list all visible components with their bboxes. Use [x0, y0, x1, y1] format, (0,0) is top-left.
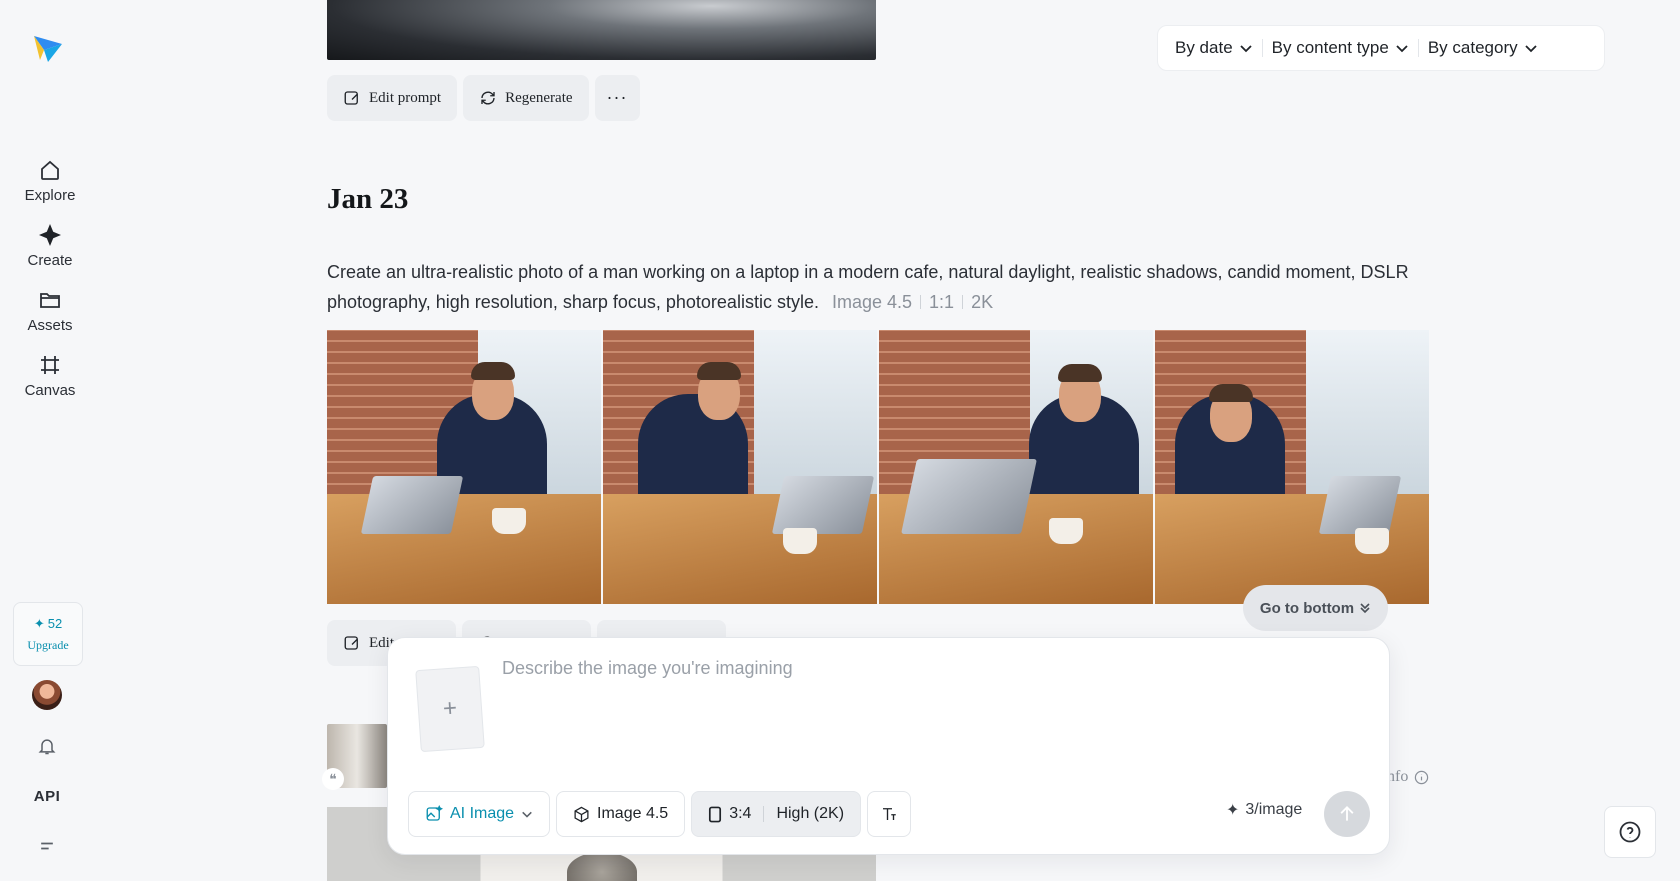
regenerate-label: Regenerate [505, 89, 573, 106]
home-icon [37, 157, 63, 183]
filter-by-content-type[interactable]: By content type [1263, 38, 1418, 58]
add-reference-image-button[interactable]: + [415, 665, 485, 753]
nav-assets-label: Assets [27, 317, 73, 334]
sparkle-icon: ✦ [1226, 802, 1240, 819]
image-sparkle-icon [426, 805, 443, 821]
generated-image-2[interactable] [603, 330, 877, 604]
model-label: Image 4.5 [597, 805, 669, 822]
meta-ratio: 1:1 [929, 292, 955, 312]
menu-icon[interactable] [32, 831, 62, 861]
api-link[interactable]: API [32, 781, 62, 811]
avatar[interactable] [32, 680, 62, 710]
filter-by-category[interactable]: By category [1419, 38, 1547, 58]
nav-assets[interactable]: Assets [10, 287, 90, 343]
mode-select[interactable]: AI Image [408, 791, 551, 837]
arrow-up-icon [1340, 806, 1354, 821]
info-label: nfo [1387, 768, 1409, 785]
edit-prompt-label: Edit prompt [369, 89, 442, 106]
ratio-label: 3:4 [729, 805, 752, 822]
edit-prompt-button[interactable]: Edit prompt [327, 75, 458, 121]
cube-icon [574, 806, 589, 822]
filter-bar: By date By content type By category [1157, 25, 1605, 71]
nav-create[interactable]: Create [10, 222, 90, 278]
filter-label: By category [1427, 38, 1518, 57]
double-chevron-down-icon [1360, 603, 1370, 614]
folder-icon [37, 287, 63, 313]
refresh-icon [481, 91, 495, 105]
edit-icon [344, 636, 358, 650]
chevron-down-icon [1524, 45, 1537, 53]
aspect-ratio-icon [709, 806, 722, 822]
text-style-button[interactable] [867, 791, 912, 837]
question-icon [1619, 821, 1641, 843]
sparkle-icon [37, 222, 63, 248]
nav-create-label: Create [27, 252, 73, 269]
upgrade-link[interactable]: Upgrade [27, 638, 68, 653]
quote-icon: ❝ [322, 768, 344, 790]
prompt-input[interactable] [502, 658, 1362, 748]
send-button[interactable] [1324, 791, 1370, 837]
credits-count-value: 52 [47, 616, 63, 631]
regenerate-button[interactable]: Regenerate [463, 75, 589, 121]
more-options-button[interactable]: ··· [594, 75, 640, 121]
generated-image-4[interactable] [1155, 330, 1429, 604]
filter-by-date[interactable]: By date [1166, 38, 1262, 58]
meta-resolution: 2K [971, 292, 994, 312]
sidebar: Explore Create Assets Canvas ✦ 52 Upgrad… [0, 0, 100, 881]
text-format-icon [883, 808, 896, 820]
chevron-down-icon [522, 811, 532, 818]
ratio-quality-select[interactable]: 3:4 High (2K) [691, 791, 862, 837]
prompt-composer: + AI Image Image 4.5 3:4 High (2K) ✦ 3/i… [387, 637, 1390, 855]
nav-canvas-label: Canvas [24, 382, 76, 399]
meta-model: Image 4.5 [831, 292, 913, 312]
generated-image-1[interactable] [327, 330, 601, 604]
canvas-icon [37, 352, 63, 378]
info-icon [1415, 770, 1429, 784]
app-logo-icon[interactable] [30, 30, 66, 66]
credits-count: ✦ 52 [34, 616, 62, 632]
chevron-down-icon [1396, 45, 1408, 53]
mode-label: AI Image [450, 805, 515, 822]
filter-label: By date [1175, 38, 1233, 57]
next-meta-info[interactable]: nfo [1387, 768, 1429, 786]
image-gallery [327, 330, 1429, 604]
sparkle-icon: ✦ [33, 615, 45, 631]
help-button[interactable] [1604, 806, 1656, 858]
section-date-heading: Jan 23 [327, 183, 409, 215]
nav-explore-label: Explore [24, 187, 76, 204]
generated-image-3[interactable] [879, 330, 1153, 604]
generated-image-storm-clouds[interactable] [327, 0, 876, 60]
go-to-bottom-button[interactable]: Go to bottom [1243, 585, 1388, 631]
generation-meta: Image 4.5 1:1 2K [832, 292, 993, 312]
model-select[interactable]: Image 4.5 [556, 791, 686, 837]
credits-upgrade-card[interactable]: ✦ 52 Upgrade [13, 602, 83, 666]
chevron-down-icon [1240, 45, 1252, 53]
quality-label: High (2K) [776, 805, 845, 822]
nav-canvas[interactable]: Canvas [10, 352, 90, 408]
bell-icon[interactable] [32, 731, 62, 761]
cost-per-image: ✦ 3/image [1226, 800, 1302, 820]
nav-explore[interactable]: Explore [10, 157, 90, 213]
result-actions: Edit prompt Regenerate ··· [327, 75, 640, 121]
edit-icon [344, 91, 358, 105]
prompt-text: Create an ultra-realistic photo of a man… [327, 257, 1447, 317]
filter-label: By content type [1271, 38, 1389, 57]
composer-toolbar: AI Image Image 4.5 3:4 High (2K) [408, 791, 912, 837]
go-to-bottom-label: Go to bottom [1259, 599, 1355, 617]
cost-label: 3/image [1245, 801, 1303, 818]
